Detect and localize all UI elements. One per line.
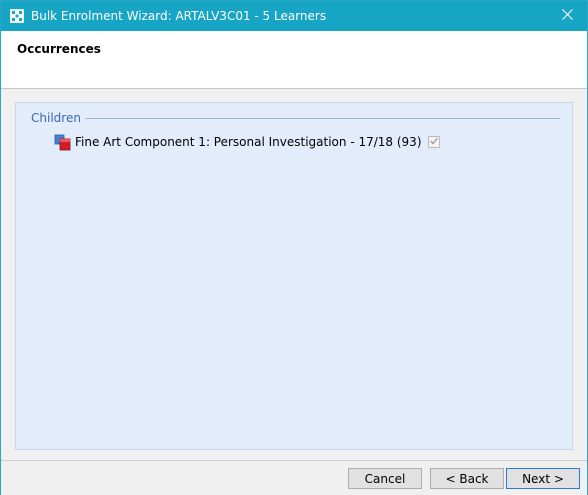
next-button[interactable]: Next > xyxy=(506,468,580,489)
list-item[interactable]: Fine Art Component 1: Personal Investiga… xyxy=(54,133,440,151)
wizard-body: Children Fine Art Component 1: Personal … xyxy=(1,89,587,460)
title-bar: Bulk Enrolment Wizard: ARTALV3C01 - 5 Le… xyxy=(1,1,587,31)
wizard-window: Bulk Enrolment Wizard: ARTALV3C01 - 5 Le… xyxy=(0,0,588,495)
app-icon xyxy=(10,9,24,23)
wizard-header: Occurrences xyxy=(1,31,587,89)
cancel-button[interactable]: Cancel xyxy=(348,468,422,489)
checkmark-icon xyxy=(429,135,439,149)
component-icon xyxy=(54,134,71,151)
close-icon xyxy=(561,9,573,23)
page-title: Occurrences xyxy=(17,42,101,56)
group-title: Children xyxy=(31,111,85,125)
group-divider xyxy=(82,118,560,119)
close-button[interactable] xyxy=(547,1,587,31)
back-button[interactable]: < Back xyxy=(430,468,504,489)
window-title: Bulk Enrolment Wizard: ARTALV3C01 - 5 Le… xyxy=(31,9,327,23)
item-label: Fine Art Component 1: Personal Investiga… xyxy=(75,135,422,149)
wizard-footer: Cancel < Back Next > xyxy=(1,460,587,495)
item-checkbox[interactable] xyxy=(427,135,440,149)
occurrences-panel: Children Fine Art Component 1: Personal … xyxy=(15,102,573,450)
